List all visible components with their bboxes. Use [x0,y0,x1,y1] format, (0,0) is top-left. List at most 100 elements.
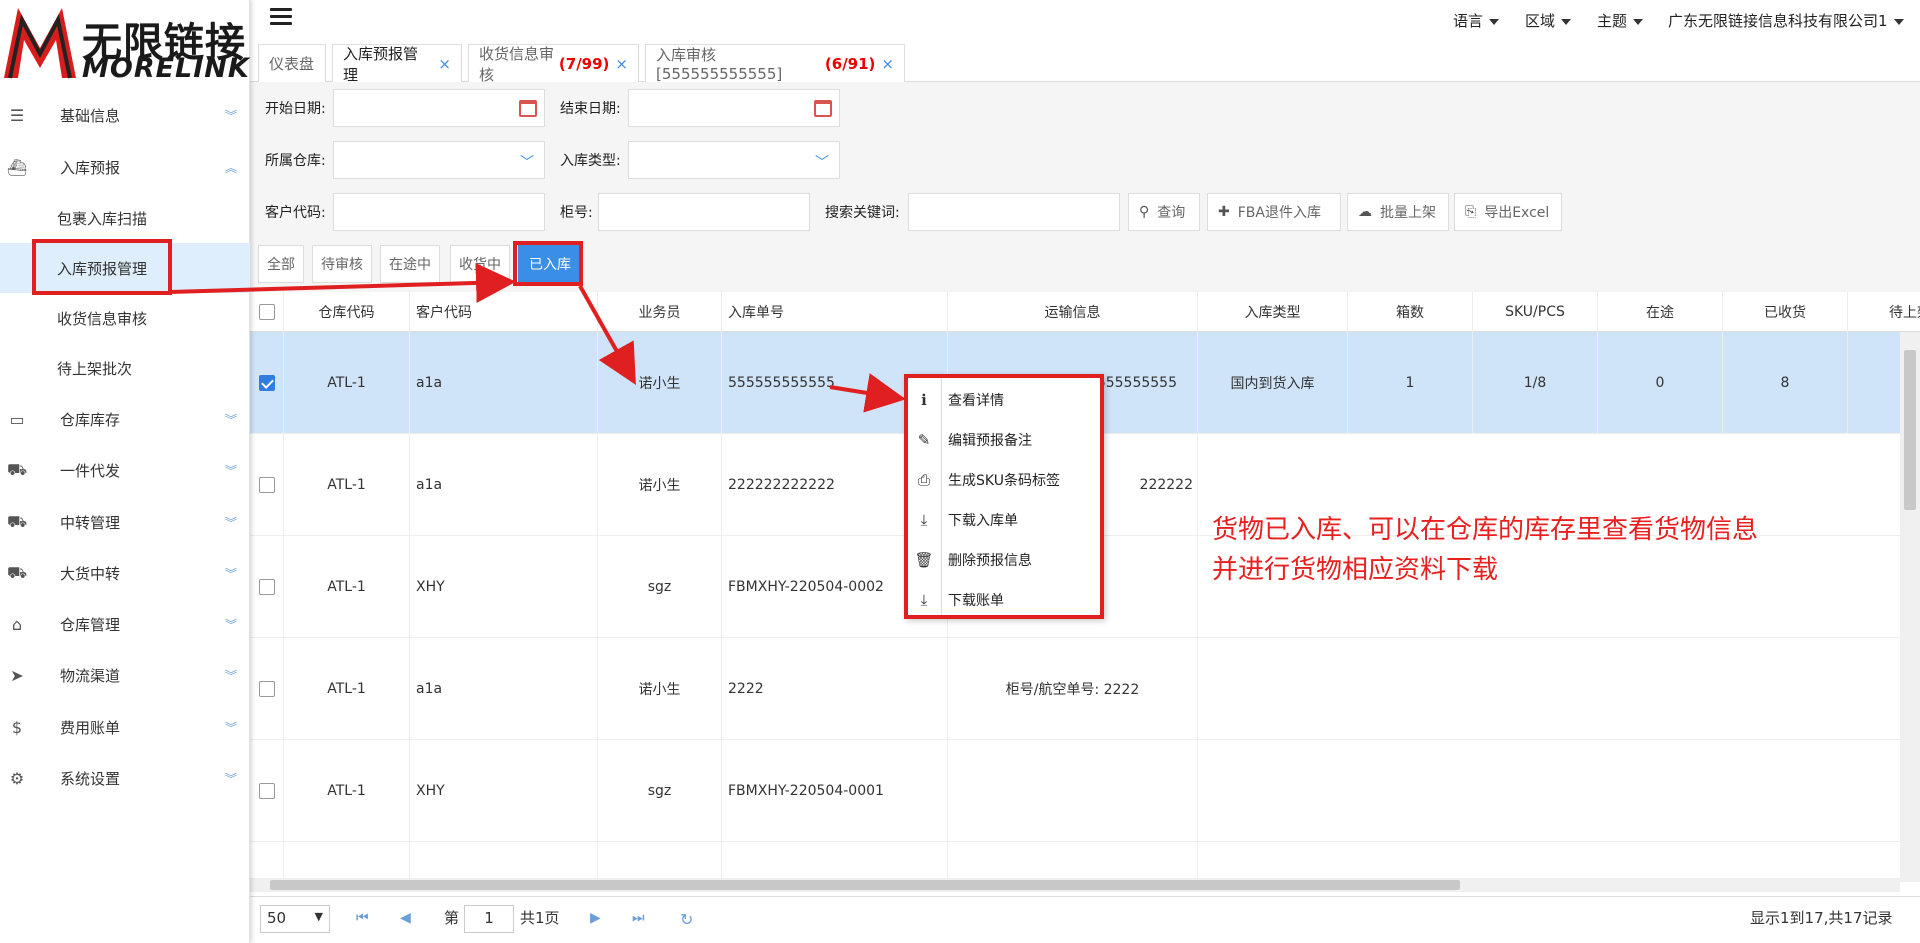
next-page-icon[interactable]: ▶ [590,910,601,926]
sidebar-item-label: 入库预报 [60,158,121,177]
sidebar-item-transit-manage[interactable]: ⛟ 中转管理 ︾ [0,497,250,547]
query-button[interactable]: ⚲ 查询 [1128,193,1200,231]
tab-receipt-review[interactable]: 收货信息审核 (7/99) × [468,44,639,84]
region-dropdown[interactable]: 区域 [1525,10,1572,31]
table-row[interactable]: ATL-1 XHY sgz FBMXHY-220504-0001 [250,740,1920,842]
menu-item-sku-label[interactable]: ⎙ 生成SKU条码标签 [908,460,1100,500]
sidebar-item-label: 包裹入库扫描 [57,209,148,228]
refresh-icon[interactable]: ↻ [680,910,693,929]
sidebar-subitem-pending-shelving[interactable]: 待上架批次 [0,343,250,393]
cell-warehouse: ATL-1 [284,434,410,536]
sidebar-item-basic-info[interactable]: ☰ 基础信息 ︾ [0,90,250,140]
horizontal-scrollbar-thumb[interactable] [270,880,1460,890]
end-date-input[interactable] [628,89,840,127]
export-excel-button-label: 导出Excel [1484,205,1550,221]
column-header[interactable]: SKU/PCS [1473,292,1598,332]
language-dropdown[interactable]: 语言 [1453,10,1500,31]
sidebar-item-warehouse-stock[interactable]: ▭ 仓库库存 ︾ [0,394,250,444]
column-header[interactable]: 入库类型 [1198,292,1348,332]
status-tab-receiving[interactable]: 收货中 [450,245,510,283]
column-header[interactable]: 在途 [1598,292,1723,332]
hamburger-menu-icon[interactable] [270,8,292,28]
start-date-input[interactable] [333,89,545,127]
status-tab-all[interactable]: 全部 [258,245,304,283]
fba-return-button[interactable]: ✚ FBA退件入库 [1207,193,1341,231]
last-page-icon[interactable]: ⏭ [632,910,645,926]
horizontal-scrollbar[interactable] [250,878,1900,892]
sidebar-item-dropship[interactable]: ⛟ 一件代发 ︾ [0,445,250,495]
sidebar-item-billing[interactable]: $ 费用账单 ︾ [0,702,250,752]
sidebar-item-warehouse-manage[interactable]: ⌂ 仓库管理 ︾ [0,599,250,649]
page-number-input[interactable]: 1 [464,905,514,933]
chevron-double-down-icon: ︾ [225,463,238,478]
row-checkbox[interactable] [258,579,275,595]
sidebar-subitem-receipt-review[interactable]: 收货信息审核 [0,293,250,343]
sidebar-item-bulk-transit[interactable]: ⛟ 大货中转 ︾ [0,548,250,598]
vertical-scrollbar-thumb[interactable] [1904,350,1916,510]
menu-item-label: 下载账单 [948,593,1004,609]
vertical-scrollbar[interactable] [1900,332,1920,882]
inbound-type-select[interactable]: ﹀ [628,141,840,179]
tab-inbound-review[interactable]: 入库审核[555555555555] (6/91) × [645,44,905,83]
column-header[interactable]: 箱数 [1348,292,1473,332]
close-icon[interactable]: × [438,55,451,73]
info-icon: ℹ [921,391,927,409]
tab-dashboard[interactable]: 仪表盘 [258,44,326,82]
column-header[interactable]: 运输信息 [948,292,1198,332]
select-all-checkbox[interactable] [258,304,275,320]
menu-item-view-detail[interactable]: ℹ 查看详情 [908,380,1100,420]
sidebar-item-logistics-channel[interactable]: ➤ 物流渠道 ︾ [0,650,250,700]
page-size-value: 50 [267,909,287,927]
menu-item-download-bill[interactable]: ⤓ 下载账单 [908,580,1100,620]
close-icon[interactable]: × [615,55,628,73]
tab-inbound-forecast-manage[interactable]: 入库预报管理 × [332,44,462,84]
caret-down-icon [1893,18,1904,25]
calendar-icon[interactable] [519,100,537,117]
truck-icon: ⛟ [6,511,28,531]
column-header[interactable]: 业务员 [598,292,722,332]
row-checkbox-cell [250,638,284,740]
sidebar-item-label: 物流渠道 [60,666,121,685]
table-row[interactable]: ATL-1 a1a 诺小生 2222 柜号/航空单号: 2222 [250,638,1920,740]
column-header[interactable]: 入库单号 [722,292,948,332]
page-size-select[interactable]: 50 ▼ [260,905,330,933]
column-header[interactable]: 已收货 [1723,292,1848,332]
company-dropdown[interactable]: 广东无限链接信息科技有限公司1 [1668,10,1904,31]
sidebar-item-inbound-forecast[interactable]: ⛴ 入库预报 ︽ [0,142,250,192]
keyword-input[interactable] [908,193,1120,231]
status-tab-pending-review[interactable]: 待审核 [312,245,372,283]
export-excel-button[interactable]: ⎘ 导出Excel [1454,193,1562,231]
batch-shelve-button[interactable]: ☁ 批量上架 [1347,193,1449,231]
calendar-icon[interactable] [814,100,832,117]
container-no-input[interactable] [598,193,810,231]
column-header[interactable]: 仓库代码 [284,292,410,332]
sidebar-item-system-settings[interactable]: ⚙ 系统设置 ︾ [0,753,250,803]
first-page-icon[interactable]: ⏮ [356,910,369,926]
row-checkbox[interactable] [258,783,275,799]
row-checkbox[interactable] [258,477,275,493]
table-row[interactable] [250,842,1920,882]
column-header[interactable]: 客户代码 [410,292,598,332]
cell-transport [948,740,1198,842]
status-tab-in-transit[interactable]: 在途中 [380,245,440,283]
theme-label: 主题 [1597,12,1628,30]
column-header[interactable]: 待上架 [1848,292,1920,332]
customer-code-input[interactable] [333,193,545,231]
row-checkbox[interactable] [258,375,275,391]
menu-item-delete-forecast[interactable]: 🗑 删除预报信息 [908,540,1100,580]
sidebar-subitem-parcel-scan[interactable]: 包裹入库扫描 [0,193,250,243]
prev-page-icon[interactable]: ◀ [400,910,411,926]
sidebar-item-label: 基础信息 [60,106,121,125]
highlight-box-sidebar [32,239,172,295]
status-tab-label: 全部 [267,257,295,273]
page-suffix: 共1页 [520,909,560,927]
language-label: 语言 [1453,12,1484,30]
row-checkbox[interactable] [258,681,275,697]
theme-dropdown[interactable]: 主题 [1597,10,1644,31]
menu-item-download-inbound[interactable]: ⤓ 下载入库单 [908,500,1100,540]
pencil-icon: ✎ [917,431,931,449]
annotation-line-1: 货物已入库、可以在仓库的库存里查看货物信息 [1212,515,1759,545]
menu-item-edit-note[interactable]: ✎ 编辑预报备注 [908,420,1100,460]
warehouse-select[interactable]: ﹀ [333,141,545,179]
close-icon[interactable]: × [881,55,894,73]
